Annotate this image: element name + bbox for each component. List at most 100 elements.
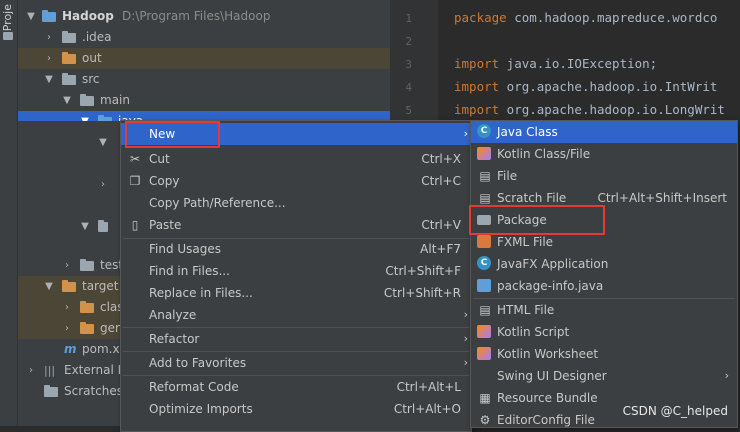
- submenu-arrow-icon: ›: [463, 356, 468, 369]
- project-tool-window-strip[interactable]: Proje: [0, 0, 18, 426]
- package-info-icon: [477, 279, 491, 292]
- tree-item-label: target: [82, 279, 119, 293]
- tree-item-main[interactable]: ▼ main: [18, 90, 390, 111]
- project-folder-icon: [3, 32, 13, 40]
- menu-item-reformat-code[interactable]: Reformat Code Ctrl+Alt+L: [121, 376, 471, 398]
- root-name: Hadoop: [62, 9, 114, 23]
- chevron-down-icon[interactable]: ▼: [80, 216, 90, 237]
- project-tool-label[interactable]: Proje: [1, 4, 14, 31]
- html-file-icon: ▤: [479, 303, 491, 317]
- tree-item-label: pom.xr: [82, 342, 125, 356]
- tree-item-out[interactable]: › out: [18, 48, 390, 69]
- chevron-down-icon[interactable]: ▼: [44, 69, 54, 90]
- submenu-item-javafx-application[interactable]: C JavaFX Application: [471, 253, 737, 275]
- menu-item-copy[interactable]: ❐ Copy Ctrl+C: [121, 170, 471, 192]
- tree-item-src[interactable]: ▼ src: [18, 69, 390, 90]
- excluded-folder-icon: [80, 322, 94, 334]
- scratches-icon: [44, 385, 58, 397]
- chevron-down-icon[interactable]: ▼: [98, 132, 108, 153]
- maven-icon: m: [64, 342, 77, 356]
- chevron-right-icon[interactable]: ›: [26, 360, 36, 381]
- tree-item-label: main: [100, 93, 130, 107]
- submenu-item-package-info[interactable]: package-info.java: [471, 275, 737, 297]
- tree-item-idea[interactable]: › .idea: [18, 27, 390, 48]
- menu-item-add-to-favorites[interactable]: Add to Favorites ›: [121, 352, 471, 374]
- kotlin-icon: [477, 147, 491, 160]
- tree-item-label: External L: [64, 363, 125, 377]
- highlight-box-new: [125, 121, 220, 148]
- chevron-down-icon[interactable]: ▼: [26, 6, 36, 27]
- java-class-icon: C: [477, 256, 491, 270]
- submenu-arrow-icon: ›: [724, 369, 729, 382]
- tree-item-label: src: [82, 72, 100, 86]
- tree-item-label: Scratches: [64, 384, 124, 398]
- chevron-down-icon[interactable]: ▼: [62, 90, 72, 111]
- submenu-item-file[interactable]: ▤ File: [471, 165, 737, 187]
- excluded-folder-icon: [62, 280, 76, 292]
- line-number: 5: [405, 104, 412, 117]
- copy-icon: ❐: [129, 174, 141, 188]
- excluded-folder-icon: [80, 301, 94, 313]
- submenu-item-swing-ui-designer[interactable]: Swing UI Designer ›: [471, 365, 737, 387]
- chevron-right-icon[interactable]: ›: [62, 255, 72, 276]
- folder-icon: [62, 73, 76, 85]
- menu-item-find-usages[interactable]: Find Usages Alt+F7: [121, 238, 471, 260]
- submenu-item-kotlin-worksheet[interactable]: Kotlin Worksheet: [471, 343, 737, 365]
- watermark: CSDN @C_helped: [622, 404, 728, 418]
- module-folder-icon: [42, 10, 56, 22]
- chevron-right-icon[interactable]: ›: [62, 297, 72, 318]
- menu-item-paste[interactable]: ▯ Paste Ctrl+V: [121, 214, 471, 236]
- context-menu[interactable]: New › ✂ Cut Ctrl+X ❐ Copy Ctrl+C Copy Pa…: [120, 120, 472, 432]
- chevron-down-icon[interactable]: ▼: [44, 276, 54, 297]
- code-line: import java.io.IOException;: [454, 56, 658, 71]
- submenu-arrow-icon: ›: [463, 332, 468, 345]
- menu-item-optimize-imports[interactable]: Optimize Imports Ctrl+Alt+O: [121, 398, 471, 420]
- tree-item-label: .idea: [82, 30, 112, 44]
- scissors-icon: ✂: [129, 152, 141, 166]
- chevron-right-icon[interactable]: ›: [98, 174, 108, 195]
- tree-root-hadoop[interactable]: ▼ Hadoop D:\Program Files\Hadoop: [18, 6, 390, 27]
- chevron-right-icon[interactable]: ›: [44, 48, 54, 69]
- submenu-item-kotlin-script[interactable]: Kotlin Script: [471, 321, 737, 343]
- tree-item-label: out: [82, 51, 102, 65]
- line-number: 3: [405, 58, 412, 71]
- menu-item-replace-in-files[interactable]: Replace in Files... Ctrl+Shift+R: [121, 282, 471, 304]
- root-path: D:\Program Files\Hadoop: [122, 9, 271, 23]
- submenu-item-java-class[interactable]: C Java Class: [471, 121, 737, 143]
- submenu-arrow-icon: ›: [463, 308, 468, 321]
- submenu-item-kotlin-class[interactable]: Kotlin Class/File: [471, 143, 737, 165]
- highlight-box-package: [469, 205, 605, 235]
- source-folder-icon: [98, 115, 112, 121]
- code-line: package com.hadoop.mapreduce.wordco: [454, 10, 718, 25]
- code-line: import org.apache.hadoop.io.LongWrit: [454, 102, 725, 117]
- java-class-icon: C: [477, 124, 491, 138]
- clipboard-icon: ▯: [131, 218, 139, 232]
- folder-icon: [80, 94, 94, 106]
- library-icon: |||: [44, 364, 56, 377]
- menu-item-copy-path[interactable]: Copy Path/Reference...: [121, 192, 471, 214]
- menu-item-refactor[interactable]: Refactor ›: [121, 328, 471, 350]
- line-number: 4: [405, 81, 412, 94]
- kotlin-icon: [477, 325, 491, 338]
- chevron-right-icon[interactable]: ›: [44, 27, 54, 48]
- line-number: 2: [405, 35, 412, 48]
- folder-icon: [62, 31, 76, 43]
- menu-item-find-in-files[interactable]: Find in Files... Ctrl+Shift+F: [121, 260, 471, 282]
- submenu-arrow-icon: ›: [463, 127, 468, 140]
- submenu-item-html-file[interactable]: ▤ HTML File: [471, 299, 737, 321]
- menu-item-cut[interactable]: ✂ Cut Ctrl+X: [121, 148, 471, 170]
- chevron-right-icon[interactable]: ›: [62, 318, 72, 339]
- code-line: import org.apache.hadoop.io.IntWrit: [454, 79, 718, 94]
- excluded-folder-icon: [62, 52, 76, 64]
- file-icon: ▤: [479, 169, 491, 183]
- fxml-icon: [477, 235, 491, 248]
- menu-item-analyze[interactable]: Analyze ›: [121, 304, 471, 326]
- new-submenu[interactable]: C Java Class Kotlin Class/File ▤ File ▤ …: [470, 120, 738, 428]
- line-number: 1: [405, 12, 412, 25]
- chevron-down-icon[interactable]: ▼: [80, 111, 90, 121]
- kotlin-icon: [477, 347, 491, 360]
- resource-bundle-icon: ▦: [479, 391, 491, 405]
- folder-icon: [98, 220, 108, 232]
- scratch-file-icon: ▤: [479, 191, 491, 205]
- folder-icon: [80, 259, 94, 271]
